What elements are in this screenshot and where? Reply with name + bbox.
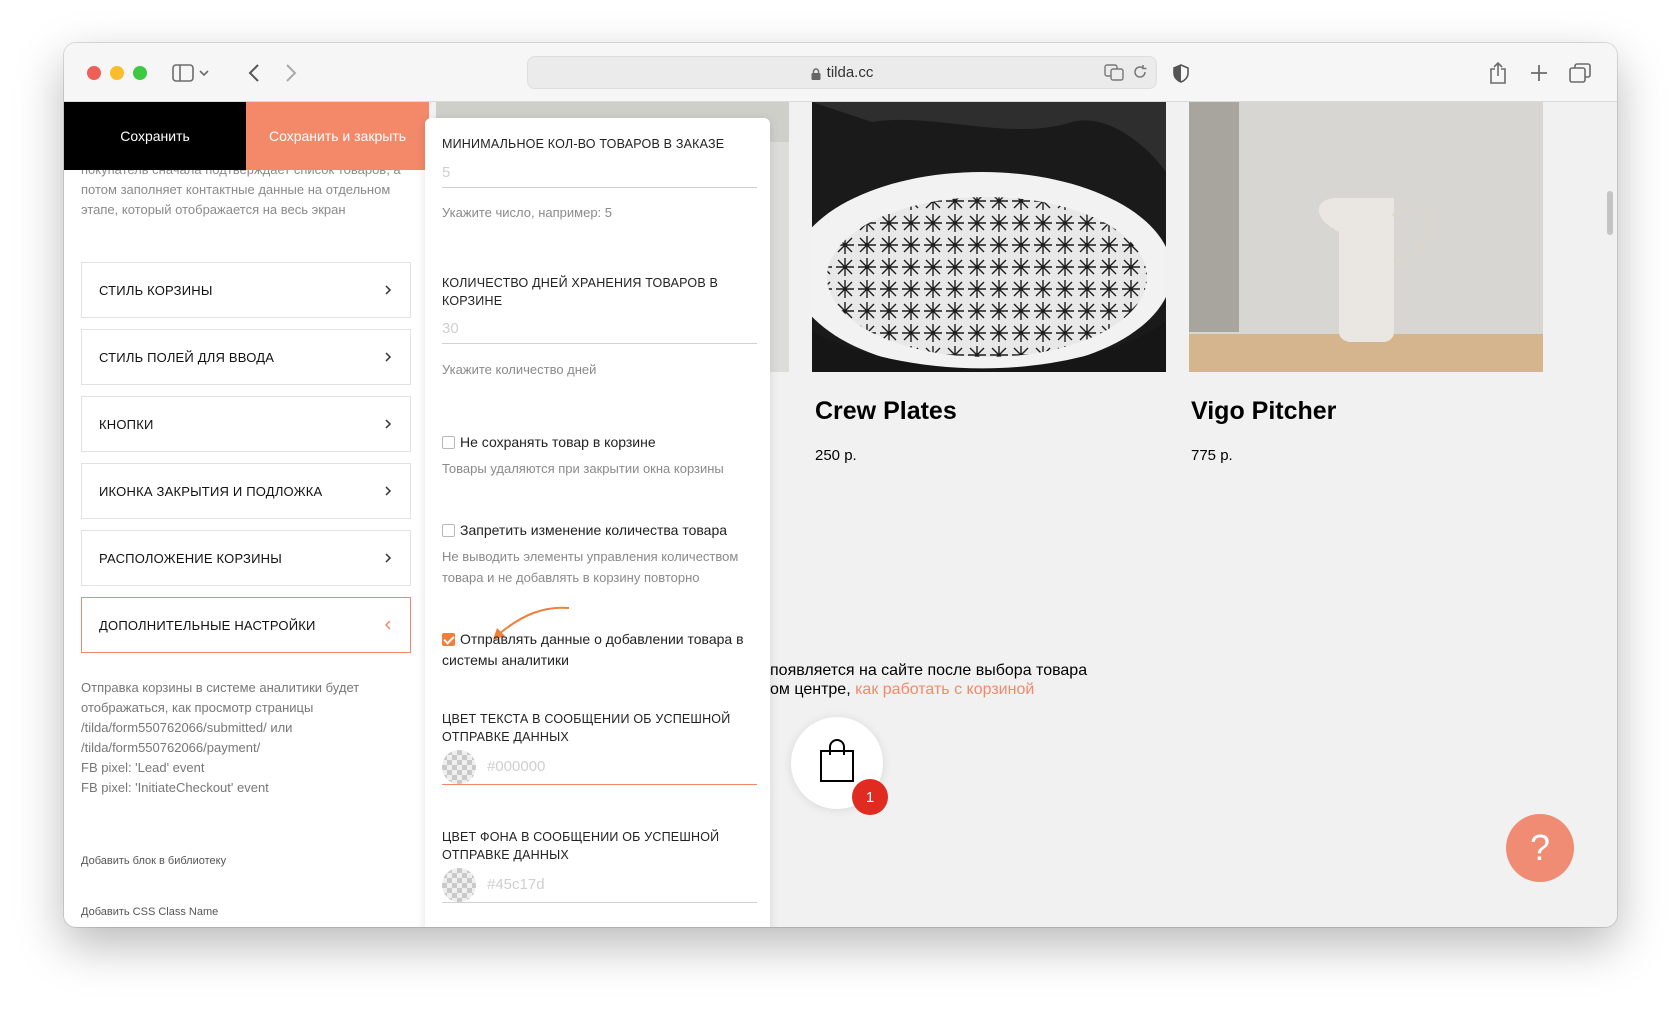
min-qty-hint: Укажите число, например: 5 — [442, 205, 612, 220]
send-analytics-option[interactable]: Отправлять данные о добавлении товара в … — [442, 629, 757, 671]
url-text: tilda.cc — [826, 64, 874, 81]
analytics-note: Отправка корзины в системе аналитики буд… — [81, 680, 360, 795]
minimize-window-button[interactable] — [110, 66, 124, 80]
product-name[interactable]: Vigo Pitcher — [1191, 397, 1336, 426]
settings-panel: покупатель сначала подтверждает список т… — [64, 102, 429, 927]
chevron-right-icon — [385, 285, 392, 295]
send-analytics-checkbox[interactable] — [442, 633, 455, 646]
section-label: СТИЛЬ КОРЗИНЫ — [99, 282, 213, 298]
page-scrollbar[interactable] — [1607, 191, 1613, 235]
section-label: ИКОНКА ЗАКРЫТИЯ И ПОДЛОЖКА — [99, 483, 323, 499]
chevron-right-icon — [385, 553, 392, 563]
section-label: СТИЛЬ ПОЛЕЙ ДЛЯ ВВОДА — [99, 349, 275, 365]
chevron-right-icon — [385, 419, 392, 429]
save-and-close-button[interactable]: Сохранить и закрыть — [246, 102, 429, 170]
no-qty-change-label: Запретить изменение количества товара — [460, 522, 728, 538]
product-name[interactable]: Crew Plates — [815, 397, 957, 426]
product-price: 775 р. — [1191, 447, 1233, 464]
section-cart-position[interactable]: РАСПОЛОЖЕНИЕ КОРЗИНЫ — [81, 530, 411, 586]
storage-days-title: КОЛИЧЕСТВО ДНЕЙ ХРАНЕНИЯ ТОВАРОВ В КОРЗИ… — [442, 276, 719, 308]
browser-window: tilda.cc Crew Plates 250 р. Vigo Pitcher… — [64, 43, 1617, 927]
product-price: 250 р. — [815, 447, 857, 464]
chevron-down-icon[interactable] — [196, 60, 212, 86]
back-icon[interactable] — [241, 60, 267, 86]
success-bg-color-title: ЦВЕТ ФОНА В СООБЩЕНИИ ОБ УСПЕШНОЙ ОТПРАВ… — [442, 830, 720, 862]
storage-days-hint: Укажите количество дней — [442, 362, 597, 377]
share-icon[interactable] — [1485, 60, 1511, 86]
success-text-color-underline — [442, 763, 757, 785]
address-bar[interactable]: tilda.cc — [527, 56, 1157, 89]
section-cart-style[interactable]: СТИЛЬ КОРЗИНЫ — [81, 262, 411, 318]
page-viewport: Crew Plates 250 р. Vigo Pitcher 775 р. п… — [64, 102, 1617, 927]
section-label: КНОПКИ — [99, 416, 154, 432]
privacy-shield-icon[interactable] — [1168, 60, 1194, 86]
lock-icon — [811, 67, 821, 80]
min-qty-input[interactable]: 5 — [442, 164, 757, 188]
browser-toolbar: tilda.cc — [64, 43, 1617, 102]
reload-icon[interactable] — [1132, 64, 1148, 84]
cart-help-link[interactable]: как работать с корзиной — [855, 681, 1034, 698]
forward-icon[interactable] — [278, 60, 304, 86]
sidebar-toggle-icon[interactable] — [170, 60, 196, 86]
additional-settings-form: МИНИМАЛЬНОЕ КОЛ-ВО ТОВАРОВ В ЗАКАЗЕ 5 Ук… — [425, 118, 770, 927]
cart-info-text-2: ом центре, как работать с корзиной — [770, 681, 1035, 698]
tab-overview-icon[interactable] — [1567, 60, 1593, 86]
no-save-option[interactable]: Не сохранять товар в корзине — [442, 432, 757, 453]
cart-button[interactable]: 1 — [791, 717, 888, 815]
no-save-label: Не сохранять товар в корзине — [460, 434, 656, 450]
storage-days-input[interactable]: 30 — [442, 320, 757, 344]
shopping-bag-icon — [820, 739, 854, 782]
section-additional-settings[interactable]: ДОПОЛНИТЕЛЬНЫЕ НАСТРОЙКИ — [81, 597, 411, 653]
min-qty-title: МИНИМАЛЬНОЕ КОЛ-ВО ТОВАРОВ В ЗАКАЗЕ — [442, 137, 725, 151]
success-text-color-title: ЦВЕТ ТЕКСТА В СООБЩЕНИИ ОБ УСПЕШНОЙ ОТПР… — [442, 712, 731, 744]
section-close-icon-overlay[interactable]: ИКОНКА ЗАКРЫТИЯ И ПОДЛОЖКА — [81, 463, 411, 519]
success-bg-color-underline — [442, 881, 757, 903]
maximize-window-button[interactable] — [133, 66, 147, 80]
no-save-checkbox[interactable] — [442, 436, 455, 449]
no-qty-change-option[interactable]: Запретить изменение количества товара — [442, 520, 757, 541]
no-qty-change-hint: Не выводить элементы управления количест… — [442, 549, 739, 585]
cart-count-badge: 1 — [852, 779, 888, 815]
chevron-right-icon — [385, 486, 392, 496]
send-analytics-label: Отправлять данные о добавлении товара в … — [442, 631, 744, 668]
section-input-style[interactable]: СТИЛЬ ПОЛЕЙ ДЛЯ ВВОДА — [81, 329, 411, 385]
section-label: ДОПОЛНИТЕЛЬНЫЕ НАСТРОЙКИ — [99, 617, 316, 633]
add-to-library-link[interactable]: Добавить блок в библиотеку — [81, 855, 226, 867]
new-tab-icon[interactable] — [1526, 60, 1552, 86]
section-label: РАСПОЛОЖЕНИЕ КОРЗИНЫ — [99, 550, 282, 566]
no-qty-change-checkbox[interactable] — [442, 524, 455, 537]
save-button[interactable]: Сохранить — [64, 102, 246, 170]
cart-info-text: появляется на сайте после выбора товара — [770, 662, 1088, 679]
chevron-right-icon — [385, 352, 392, 362]
add-css-class-link[interactable]: Добавить CSS Class Name — [81, 906, 218, 918]
no-save-hint: Товары удаляются при закрытии окна корзи… — [442, 461, 724, 476]
question-icon: ? — [1529, 827, 1551, 868]
close-window-button[interactable] — [87, 66, 101, 80]
product-image-vigo-pitcher[interactable] — [1189, 102, 1543, 372]
translate-icon[interactable] — [1104, 63, 1124, 85]
section-buttons[interactable]: КНОПКИ — [81, 396, 411, 452]
help-button[interactable]: ? — [1506, 814, 1574, 882]
product-image-crew-plates[interactable] — [812, 102, 1166, 372]
chevron-left-icon — [384, 620, 391, 630]
